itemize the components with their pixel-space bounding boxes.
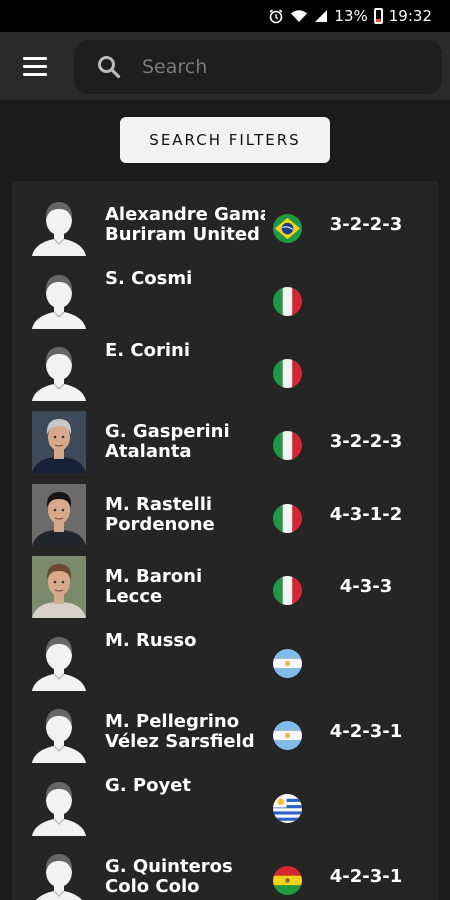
coach-row[interactable]: G. Poyet: [12, 768, 438, 841]
italy-flag-icon: [273, 576, 302, 605]
wifi-icon: [290, 8, 308, 24]
avatar: [32, 556, 86, 618]
coach-formation: 4-3-3: [339, 576, 393, 597]
avatar: [32, 484, 86, 546]
argentina-flag-icon: [273, 721, 302, 750]
coach-row[interactable]: M. Rastelli Pordenone 4-3-1-2: [12, 478, 438, 551]
coach-name: M. Pellegrino: [105, 710, 240, 732]
coach-names: S. Cosmi: [105, 261, 265, 334]
alarm-icon: [268, 8, 284, 24]
coach-name: E. Corini: [105, 340, 191, 361]
coach-names: G. Poyet: [105, 768, 265, 841]
coach-names: Alexandre Gama Buriram United: [105, 188, 265, 261]
search-input[interactable]: Search: [74, 40, 442, 94]
coach-name: M. Russo: [105, 630, 197, 651]
brazil-flag-icon: [273, 214, 302, 243]
coach-row[interactable]: S. Cosmi: [12, 261, 438, 334]
coach-row[interactable]: G. Gasperini Atalanta 3-2-2-3: [12, 405, 438, 478]
coach-names: M. Rastelli Pordenone: [105, 478, 265, 551]
coach-names: G. Quinteros Colo Colo: [105, 840, 265, 900]
coach-row[interactable]: E. Corini: [12, 333, 438, 406]
italy-flag-icon: [273, 359, 302, 388]
search-icon: [98, 56, 121, 79]
battery-icon: [373, 8, 383, 24]
app-bar: Search: [0, 32, 450, 100]
argentina-flag-icon: [273, 649, 302, 678]
coach-names: M. Russo: [105, 623, 265, 696]
coach-team: Lecce: [105, 585, 163, 607]
coach-list: Alexandre Gama Buriram United 3-2-2-3 S. Co…: [12, 181, 438, 900]
battery-percent: 13%: [334, 7, 368, 25]
coach-names: G. Gasperini Atalanta: [105, 405, 265, 478]
coach-formation: 4-3-1-2: [329, 504, 403, 525]
avatar: [32, 411, 86, 473]
avatar-placeholder: [32, 339, 86, 401]
avatar-placeholder: [32, 846, 86, 900]
coach-team: Vélez Sarsfield: [105, 730, 255, 752]
italy-flag-icon: [273, 504, 302, 533]
coach-name: G. Gasperini: [105, 420, 230, 442]
search-filters-button[interactable]: SEARCH FILTERS: [120, 117, 330, 163]
coach-team: Atalanta: [105, 440, 192, 462]
avatar-placeholder: [32, 774, 86, 836]
coach-names: E. Corini: [105, 333, 265, 406]
avatar-placeholder: [32, 194, 86, 256]
coach-names: M. Pellegrino Vélez Sarsfield: [105, 695, 265, 768]
coach-name: M. Baroni: [105, 565, 203, 587]
coach-team: Pordenone: [105, 513, 215, 535]
italy-flag-icon: [273, 431, 302, 460]
coach-name: G. Quinteros: [105, 855, 233, 877]
coach-names: M. Baroni Lecce: [105, 550, 265, 623]
coach-name: S. Cosmi: [105, 268, 193, 289]
coach-formation: 3-2-2-3: [329, 431, 403, 452]
avatar-placeholder: [32, 629, 86, 691]
coach-row[interactable]: Alexandre Gama Buriram United 3-2-2-3: [12, 188, 438, 261]
coach-team: Colo Colo: [105, 875, 200, 897]
bolivia-flag-icon: [273, 866, 302, 895]
avatar-placeholder: [32, 701, 86, 763]
search-placeholder: Search: [142, 56, 208, 78]
coach-row[interactable]: M. Russo: [12, 623, 438, 696]
coach-row[interactable]: M. Baroni Lecce 4-3-3: [12, 550, 438, 623]
status-bar: 13% 19:32: [0, 0, 450, 32]
avatar-placeholder: [32, 267, 86, 329]
coach-formation: 3-2-2-3: [329, 214, 403, 235]
italy-flag-icon: [273, 287, 302, 316]
coach-name: Alexandre Gama: [105, 203, 265, 225]
signal-icon: [314, 8, 328, 24]
coach-row[interactable]: M. Pellegrino Vélez Sarsfield 4-2-3-1: [12, 695, 438, 768]
hamburger-menu-icon[interactable]: [0, 32, 70, 100]
clock: 19:32: [388, 7, 432, 25]
coach-formation: 4-2-3-1: [329, 721, 403, 742]
coach-team: Buriram United: [105, 223, 260, 245]
uruguay-flag-icon: [273, 794, 302, 823]
coach-formation: 4-2-3-1: [329, 866, 403, 887]
coach-name: M. Rastelli: [105, 493, 213, 515]
coach-row[interactable]: G. Quinteros Colo Colo 4-2-3-1: [12, 840, 438, 900]
coach-name: G. Poyet: [105, 775, 191, 796]
